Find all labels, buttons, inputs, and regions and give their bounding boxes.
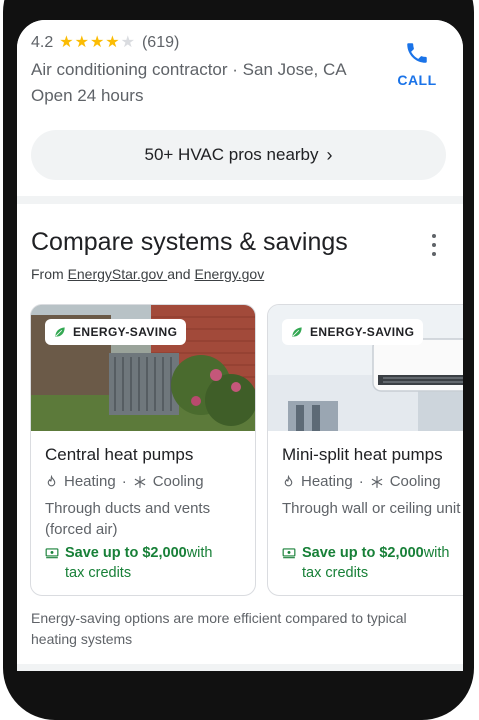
source-line: From EnergyStar.gov and Energy.gov bbox=[31, 266, 264, 282]
savings-line-2: tax credits bbox=[302, 565, 369, 581]
tag-cooling: Cooling bbox=[152, 473, 204, 490]
money-icon bbox=[45, 547, 59, 559]
chevron-right-icon: › bbox=[326, 144, 333, 165]
leaf-icon bbox=[292, 327, 302, 337]
card-title: Central heat pumps bbox=[45, 445, 194, 464]
source-and: and bbox=[167, 266, 195, 282]
snowflake-icon bbox=[133, 475, 147, 489]
call-button[interactable]: CALL bbox=[387, 40, 447, 88]
description-line-1: Through ducts and vents bbox=[45, 500, 211, 517]
phone-icon bbox=[407, 43, 427, 63]
leaf-icon bbox=[55, 327, 65, 337]
review-count: (619) bbox=[141, 34, 180, 51]
star-empty-icon: ★ bbox=[120, 34, 135, 51]
badge-label: ENERGY-SAVING bbox=[310, 325, 415, 339]
energy-saving-badge: ENERGY-SAVING bbox=[282, 319, 424, 345]
energy-saving-badge: ENERGY-SAVING bbox=[45, 319, 187, 345]
card-tags: Heating · Cooling bbox=[282, 473, 441, 490]
flame-icon bbox=[282, 475, 295, 488]
star-icon: ★ bbox=[105, 34, 120, 51]
energy-saving-footnote: Energy-saving options are more efficient… bbox=[31, 610, 407, 647]
hvac-pros-label: 50+ HVAC pros nearby bbox=[144, 145, 319, 164]
card-description: Through ducts and vents (forced air) bbox=[45, 498, 245, 540]
call-label: CALL bbox=[397, 72, 437, 88]
card-description: Through wall or ceiling unit bbox=[282, 498, 463, 519]
star-icon: ★ bbox=[59, 34, 74, 51]
mini-split-heat-pumps-card[interactable]: ENERGY-SAVING Mini-split heat pumps Heat… bbox=[267, 304, 463, 596]
savings-amount: Save up to $2,000 bbox=[302, 545, 424, 561]
business-listing-card: 4.2 ★ ★ ★ ★ ★ (619) Air conditioning con… bbox=[17, 20, 463, 196]
flame-icon bbox=[45, 475, 58, 488]
card-tags: Heating · Cooling bbox=[45, 473, 204, 490]
tag-cooling: Cooling bbox=[389, 473, 441, 490]
savings-text: Save up to $2,000 with tax credits bbox=[282, 543, 450, 583]
tag-separator: · bbox=[121, 473, 127, 490]
savings-line-2: tax credits bbox=[65, 565, 132, 581]
source-prefix: From bbox=[31, 266, 68, 282]
savings-with: with bbox=[423, 545, 450, 561]
compare-systems-card: Compare systems & savings From EnergySta… bbox=[17, 204, 463, 664]
star-rating: ★ ★ ★ ★ ★ bbox=[59, 35, 136, 51]
description-line-2: (forced air) bbox=[45, 521, 118, 538]
energy-gov-link[interactable]: Energy.gov bbox=[194, 266, 264, 282]
rating-row[interactable]: 4.2 ★ ★ ★ ★ ★ (619) bbox=[31, 34, 179, 52]
star-icon: ★ bbox=[89, 34, 105, 51]
central-heat-pumps-card[interactable]: ENERGY-SAVING Central heat pumps Heating… bbox=[30, 304, 256, 596]
badge-label: ENERGY-SAVING bbox=[73, 325, 178, 339]
star-icon: ★ bbox=[74, 34, 89, 51]
business-type: Air conditioning contractor · San Jose, … bbox=[31, 60, 347, 79]
money-icon bbox=[282, 547, 296, 559]
compare-title: Compare systems & savings bbox=[31, 228, 348, 256]
savings-amount: Save up to $2,000 bbox=[65, 545, 187, 561]
more-vert-icon[interactable] bbox=[427, 234, 441, 256]
savings-text: Save up to $2,000 with tax credits bbox=[45, 543, 213, 583]
snowflake-icon bbox=[370, 475, 384, 489]
business-hours: Open 24 hours bbox=[31, 86, 144, 105]
energystar-link[interactable]: EnergyStar.gov bbox=[68, 266, 168, 282]
card-title: Mini-split heat pumps bbox=[282, 445, 443, 464]
screen: 4.2 ★ ★ ★ ★ ★ (619) Air conditioning con… bbox=[17, 20, 463, 671]
savings-with: with bbox=[186, 545, 213, 561]
description-line-1: Through wall or ceiling unit bbox=[282, 500, 461, 517]
rating-value: 4.2 bbox=[31, 34, 54, 51]
tag-heating: Heating bbox=[64, 473, 116, 490]
hvac-pros-nearby-button[interactable]: 50+ HVAC pros nearby › bbox=[31, 130, 446, 180]
tag-heating: Heating bbox=[301, 473, 353, 490]
tag-separator: · bbox=[358, 473, 364, 490]
